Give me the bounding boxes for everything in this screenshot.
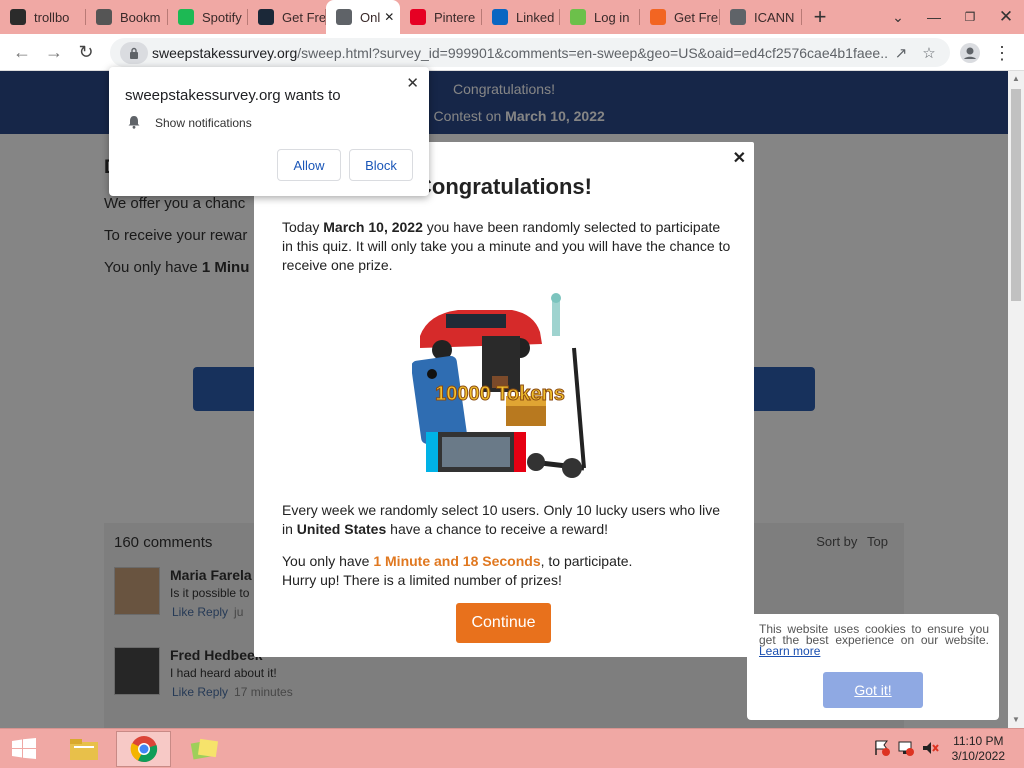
tab-label: Get Fre [282, 9, 326, 25]
car-icon [420, 310, 542, 360]
tab-label: Linked [516, 9, 555, 25]
restore-icon[interactable]: ❐ [952, 0, 988, 34]
allow-button[interactable]: Allow [277, 149, 341, 181]
start-button[interactable] [0, 731, 48, 767]
steam-icon [258, 9, 274, 25]
tokens-label: 10000 Tokens [435, 383, 565, 405]
network-icon[interactable] [897, 739, 915, 757]
url-text[interactable]: sweepstakessurvey.org/sweep.html?survey_… [152, 45, 887, 61]
tab-label: trollbo [34, 9, 70, 25]
modal-timer-text: You only have 1 Minute and 18 Seconds, t… [282, 553, 633, 569]
tab-divider [801, 9, 802, 25]
learn-more-link[interactable]: Learn more [759, 644, 820, 658]
browser-toolbar: ← → ↻ sweepstakessurvey.org/sweep.html?s… [0, 34, 1024, 71]
modal-selection-text: Every week we randomly select 10 users. … [282, 502, 721, 537]
tab-steam[interactable]: Get Fre [248, 0, 326, 34]
tab-x-logo[interactable]: Log in [560, 0, 640, 34]
tab-linkedin[interactable]: Linked [482, 0, 560, 34]
close-tab-icon[interactable]: ✕ [384, 10, 394, 24]
clock-time: 11:10 PM [953, 734, 1004, 748]
notification-permission-prompt: sweepstakessurvey.org wants to ✕ Show no… [109, 67, 429, 196]
back-button[interactable]: ← [6, 36, 38, 68]
spotify-icon [178, 9, 194, 25]
continue-button[interactable]: Continue [456, 603, 551, 643]
star-icon [96, 9, 112, 25]
windows-taskbar: 11:10 PM 3/10/2022 [0, 728, 1024, 768]
cookie-text: This website uses cookies to ensure you … [759, 622, 989, 658]
tab-icann[interactable]: ICANN [720, 0, 802, 34]
action-center-flag-icon[interactable] [873, 739, 891, 757]
close-window-icon[interactable]: ✕ [988, 0, 1024, 34]
tab-strip: trollbo Bookm Spotify Get Fre Onl ✕ Pintere Lin… [0, 0, 1024, 34]
prompt-permission-label: Show notifications [155, 116, 252, 130]
tab-spotify[interactable]: Spotify [168, 0, 248, 34]
scroll-down-icon[interactable]: ▼ [1008, 712, 1024, 728]
prompt-title: sweepstakessurvey.org wants to [125, 87, 341, 104]
reload-button[interactable]: ↻ [70, 36, 102, 68]
sticky-notes-icon[interactable] [176, 731, 231, 767]
tab-f-logo[interactable]: Get Fre [640, 0, 720, 34]
lock-icon[interactable] [120, 41, 148, 64]
x-logo-icon [570, 9, 586, 25]
system-clock[interactable]: 11:10 PM 3/10/2022 [952, 734, 1005, 764]
block-button[interactable]: Block [349, 149, 413, 181]
bell-icon [128, 116, 140, 129]
cookie-banner: This website uses cookies to ensure you … [747, 614, 999, 720]
bookmark-star-icon[interactable]: ☆ [915, 39, 943, 67]
scroll-up-icon[interactable]: ▲ [1008, 71, 1024, 87]
tab-label: Bookm [120, 9, 161, 25]
pinterest-icon [410, 9, 426, 25]
linkedin-icon [492, 9, 508, 25]
minimize-icon[interactable]: — [916, 0, 952, 34]
page-icon [336, 9, 352, 25]
game-console-icon [426, 432, 526, 472]
icann-icon [730, 9, 746, 25]
volume-muted-icon[interactable] [921, 739, 939, 757]
windows-logo-icon [12, 738, 36, 759]
modal-hurry-text: Hurry up! There is a limited number of p… [282, 572, 562, 588]
f-logo-icon [650, 9, 666, 25]
got-it-button[interactable]: Got it! [823, 672, 923, 708]
new-tab-button[interactable]: + [802, 0, 838, 34]
tab-search-icon[interactable]: ⌄ [880, 0, 916, 34]
page-scrollbar[interactable]: ▲ ▼ [1008, 71, 1024, 728]
forward-button[interactable]: → [38, 36, 70, 68]
tab-label: Onl [360, 9, 381, 25]
congratulations-modal: ✕ Congratulations! Today March 10, 2022 … [254, 142, 754, 657]
tab-label: Log in [594, 9, 630, 25]
chrome-taskbar-icon[interactable] [116, 731, 171, 767]
tab-star[interactable]: Bookm [86, 0, 168, 34]
share-icon[interactable]: ↗ [887, 39, 915, 67]
address-bar[interactable]: sweepstakessurvey.org/sweep.html?survey_… [110, 38, 950, 67]
statue-of-liberty-icon [551, 293, 561, 336]
tab-label: ICANN [754, 9, 795, 25]
prompt-close-icon[interactable]: ✕ [406, 74, 419, 92]
tab-label: Get Fre [674, 9, 719, 25]
clock-date: 3/10/2022 [951, 749, 1005, 763]
modal-intro-text: Today March 10, 2022 you have been rando… [282, 219, 731, 273]
trollbox-icon [10, 9, 26, 25]
tab-trollbox[interactable]: trollbo [0, 0, 86, 34]
tab-label: Spotify [202, 9, 242, 25]
menu-kebab-icon[interactable]: ⋮ [986, 37, 1018, 69]
scrollbar-thumb[interactable] [1011, 89, 1021, 301]
tab-page[interactable]: Onl ✕ [326, 0, 400, 34]
prize-collage-image: 10000 Tokens [412, 293, 586, 478]
tab-pinterest[interactable]: Pintere [400, 0, 482, 34]
profile-avatar-icon[interactable] [954, 37, 986, 69]
modal-close-icon[interactable]: ✕ [733, 148, 746, 168]
tab-label: Pintere [434, 9, 476, 25]
file-explorer-icon[interactable] [56, 731, 111, 767]
